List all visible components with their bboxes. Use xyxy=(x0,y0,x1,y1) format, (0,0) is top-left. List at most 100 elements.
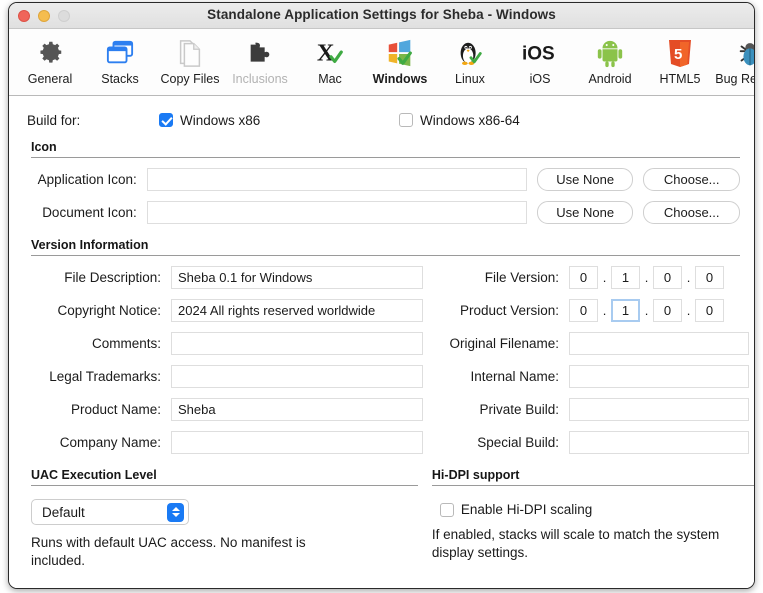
build-for-label: Build for: xyxy=(27,112,81,128)
version-columns: File Description: Sheba 0.1 for Windows … xyxy=(31,256,754,454)
linux-penguin-icon xyxy=(456,36,484,69)
toolbar-item-label: Bug Reports xyxy=(715,72,754,86)
document-icon-use-none-button[interactable]: Use None xyxy=(536,201,634,224)
legal-trademarks-input[interactable] xyxy=(171,365,423,388)
file-version-part-0[interactable]: 0 xyxy=(569,266,598,289)
file-description-input[interactable]: Sheba 0.1 for Windows xyxy=(171,266,423,289)
private-build-input[interactable] xyxy=(569,398,749,421)
comments-input[interactable] xyxy=(171,332,423,355)
settings-window: Standalone Application Settings for Sheb… xyxy=(8,2,755,589)
hidpi-description: If enabled, stacks will scale to match t… xyxy=(431,527,720,560)
icon-section: Icon Application Icon: Use None Choose..… xyxy=(31,140,740,224)
product-name-row: Product Name: Sheba xyxy=(31,398,423,421)
product-version-stepper: 0 . 1 . 0 . 0 xyxy=(569,299,724,322)
toolbar-item-label: HTML5 xyxy=(659,72,701,86)
toolbar-item-label: Windows xyxy=(372,72,428,86)
original-filename-row: Original Filename: xyxy=(437,332,754,355)
checkbox-box[interactable] xyxy=(159,113,173,127)
checkbox-box[interactable] xyxy=(439,502,454,517)
mac-x-icon: X xyxy=(315,36,345,69)
application-icon-use-none-button[interactable]: Use None xyxy=(536,168,634,191)
product-version-row: Product Version: 0 . 1 . 0 . 0 xyxy=(437,299,754,322)
toolbar-item-mac[interactable]: X Mac xyxy=(295,34,365,86)
toolbar-item-ios[interactable]: iOS iOS xyxy=(505,34,575,86)
toolbar-item-inclusions[interactable]: Inclusions xyxy=(225,34,295,86)
settings-content: Build for: Windows x86 Windows x86-64 Ic… xyxy=(9,96,754,588)
product-name-label: Product Name: xyxy=(70,402,161,417)
icon-rows: Application Icon: Use None Choose... Doc… xyxy=(31,168,740,224)
section-divider xyxy=(431,485,754,486)
comments-label: Comments: xyxy=(91,336,161,351)
version-left-column: File Description: Sheba 0.1 for Windows … xyxy=(31,256,423,454)
toolbar-item-label: Copy Files xyxy=(160,72,220,86)
version-separator: . xyxy=(686,270,691,285)
chevron-updown-icon xyxy=(167,502,184,522)
svg-text:iOS: iOS xyxy=(522,43,555,64)
internal-name-label: Internal Name: xyxy=(470,369,559,384)
toolbar-item-windows[interactable]: Windows xyxy=(365,34,435,86)
document-icon-choose-button[interactable]: Choose... xyxy=(643,201,740,224)
document-icon-row: Document Icon: Use None Choose... xyxy=(31,201,740,224)
checkbox-windows-x86-64[interactable]: Windows x86-64 xyxy=(399,113,520,128)
checkbox-box[interactable] xyxy=(399,113,413,127)
toolbar-item-html5[interactable]: 5 HTML5 xyxy=(645,34,715,86)
svg-text:X: X xyxy=(317,39,335,66)
product-version-part-3[interactable]: 0 xyxy=(695,299,724,322)
product-version-part-0[interactable]: 0 xyxy=(569,299,598,322)
company-name-row: Company Name: xyxy=(31,431,423,454)
application-icon-choose-button[interactable]: Choose... xyxy=(643,168,740,191)
version-separator: . xyxy=(644,270,649,285)
windows-icon xyxy=(385,36,415,69)
uac-level-select[interactable]: Default xyxy=(31,499,189,525)
original-filename-label: Original Filename: xyxy=(449,336,559,351)
checkbox-label: Windows x86-64 xyxy=(420,112,520,128)
product-name-input[interactable]: Sheba xyxy=(171,398,423,421)
toolbar-item-linux[interactable]: Linux xyxy=(435,34,505,86)
copyright-notice-row: Copyright Notice: 2024 All rights reserv… xyxy=(31,299,423,322)
toolbar-item-bug-reports[interactable]: Bug Reports xyxy=(715,34,754,86)
toolbar-item-copy-files[interactable]: Copy Files xyxy=(155,34,225,86)
file-version-stepper: 0 . 1 . 0 . 0 xyxy=(569,266,724,289)
toolbar-item-label: Stacks xyxy=(101,72,139,86)
file-version-part-2[interactable]: 0 xyxy=(653,266,682,289)
file-version-label: File Version: xyxy=(484,270,559,285)
toolbar-item-label: Linux xyxy=(455,72,485,86)
section-divider xyxy=(31,485,418,486)
toolbar-item-android[interactable]: Android xyxy=(575,34,645,86)
company-name-label: Company Name: xyxy=(59,435,161,450)
internal-name-input[interactable] xyxy=(569,365,749,388)
uac-section-title: UAC Execution Level xyxy=(31,468,157,482)
checkbox-label: Enable Hi-DPI scaling xyxy=(460,502,593,517)
toolbar-item-general[interactable]: General xyxy=(15,34,85,86)
product-version-part-2[interactable]: 0 xyxy=(653,299,682,322)
checkbox-label: Windows x86 xyxy=(180,112,261,128)
version-separator: . xyxy=(644,303,649,318)
checkbox-enable-hidpi[interactable]: Enable Hi-DPI scaling xyxy=(439,502,754,517)
application-icon-input[interactable] xyxy=(146,168,527,191)
special-build-input[interactable] xyxy=(569,431,749,454)
document-icon-input[interactable] xyxy=(146,201,527,224)
puzzle-icon xyxy=(245,36,275,69)
company-name-input[interactable] xyxy=(171,431,423,454)
product-version-part-1[interactable]: 1 xyxy=(611,299,640,322)
copyright-notice-input[interactable]: 2024 All rights reserved worldwide xyxy=(171,299,423,322)
uac-level-value: Default xyxy=(42,504,85,520)
hidpi-section-title: Hi-DPI support xyxy=(431,468,520,482)
file-version-row: File Version: 0 . 1 . 0 . 0 xyxy=(437,266,754,289)
file-version-part-1[interactable]: 1 xyxy=(611,266,640,289)
toolbar-item-label: iOS xyxy=(529,72,551,86)
application-icon-label: Application Icon: xyxy=(37,172,137,187)
version-separator: . xyxy=(602,270,607,285)
internal-name-row: Internal Name: xyxy=(437,365,754,388)
file-version-part-3[interactable]: 0 xyxy=(695,266,724,289)
original-filename-input[interactable] xyxy=(569,332,749,355)
uac-section: UAC Execution Level Default Runs with de… xyxy=(31,468,418,570)
svg-text:5: 5 xyxy=(674,46,682,63)
gear-icon xyxy=(35,36,65,69)
product-version-label: Product Version: xyxy=(459,303,559,318)
file-description-label: File Description: xyxy=(64,270,161,285)
toolbar-item-stacks[interactable]: Stacks xyxy=(85,34,155,86)
checkbox-windows-x86[interactable]: Windows x86 xyxy=(159,113,399,128)
bottom-sections: UAC Execution Level Default Runs with de… xyxy=(31,468,754,570)
private-build-label: Private Build: xyxy=(479,402,559,417)
